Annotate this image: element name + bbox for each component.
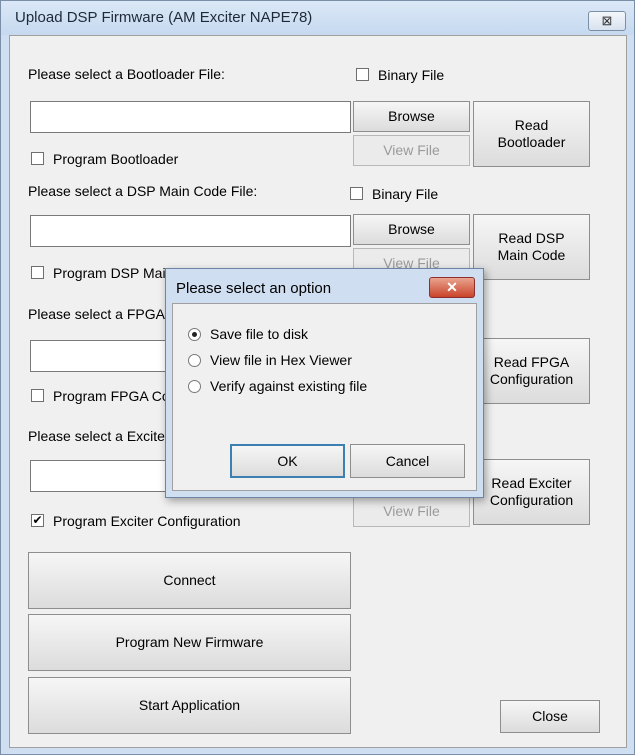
read-bootloader-label-2: Bootloader xyxy=(497,134,566,150)
connect-button[interactable]: Connect xyxy=(28,552,351,609)
option-dialog: Please select an option ✕ Save file to d… xyxy=(165,268,484,498)
read-exciter-label-2: Configuration xyxy=(489,492,574,508)
window-titlebar[interactable]: Upload DSP Firmware (AM Exciter NAPE78) … xyxy=(1,1,634,35)
program-bootloader-checkbox[interactable] xyxy=(31,152,44,165)
cancel-button[interactable]: Cancel xyxy=(350,444,465,478)
read-dsp-label-1: Read DSP xyxy=(498,230,565,246)
dialog-body: Save file to disk View file in Hex Viewe… xyxy=(172,303,477,491)
read-exciter-configuration-button[interactable]: Read Exciter Configuration xyxy=(473,459,590,525)
program-dsp-checkbox[interactable] xyxy=(31,266,44,279)
program-new-firmware-button[interactable]: Program New Firmware xyxy=(28,614,351,671)
read-bootloader-button[interactable]: Read Bootloader xyxy=(473,101,590,167)
radio-selected-dot xyxy=(192,332,197,337)
start-application-button[interactable]: Start Application xyxy=(28,677,351,734)
dsp-path-input[interactable] xyxy=(30,215,351,247)
program-fpga-checkbox[interactable] xyxy=(31,389,44,402)
verify-file-radio[interactable] xyxy=(188,380,201,393)
program-bootloader-label: Program Bootloader xyxy=(53,151,179,167)
read-fpga-label-2: Configuration xyxy=(489,371,574,387)
program-exciter-label: Program Exciter Configuration xyxy=(53,513,241,529)
read-dsp-label-2: Main Code xyxy=(497,247,566,263)
dialog-title: Please select an option xyxy=(176,280,332,297)
read-fpga-label-1: Read FPGA xyxy=(493,354,570,370)
dsp-browse-button[interactable]: Browse xyxy=(353,214,470,245)
ok-button[interactable]: OK xyxy=(230,444,345,478)
bootloader-browse-button[interactable]: Browse xyxy=(353,101,470,132)
close-button[interactable]: Close xyxy=(500,700,600,733)
hex-viewer-label: View file in Hex Viewer xyxy=(210,352,352,368)
bootloader-binary-checkbox[interactable] xyxy=(356,68,369,81)
program-exciter-checkbox[interactable]: ✔ xyxy=(31,514,44,527)
exciter-view-file-button[interactable]: View File xyxy=(353,496,470,527)
dsp-binary-label: Binary File xyxy=(372,186,439,202)
bootloader-path-input[interactable] xyxy=(30,101,351,133)
dsp-binary-checkbox[interactable] xyxy=(350,187,363,200)
read-bootloader-label-1: Read xyxy=(514,117,549,133)
bootloader-binary-label: Binary File xyxy=(378,67,445,83)
bootloader-view-file-button[interactable]: View File xyxy=(353,135,470,166)
dsp-file-label: Please select a DSP Main Code File: xyxy=(28,183,258,199)
bootloader-file-label: Please select a Bootloader File: xyxy=(28,66,225,82)
verify-file-label: Verify against existing file xyxy=(210,378,368,394)
save-to-disk-label: Save file to disk xyxy=(210,326,309,342)
read-exciter-label-1: Read Exciter xyxy=(491,475,572,491)
window-close-icon[interactable]: ⊠ xyxy=(588,11,626,31)
window-title: Upload DSP Firmware (AM Exciter NAPE78) xyxy=(15,9,313,26)
read-dsp-main-code-button[interactable]: Read DSP Main Code xyxy=(473,214,590,280)
hex-viewer-radio[interactable] xyxy=(188,354,201,367)
dialog-close-icon[interactable]: ✕ xyxy=(429,277,475,298)
read-fpga-configuration-button[interactable]: Read FPGA Configuration xyxy=(473,338,590,404)
save-to-disk-radio[interactable] xyxy=(188,328,201,341)
